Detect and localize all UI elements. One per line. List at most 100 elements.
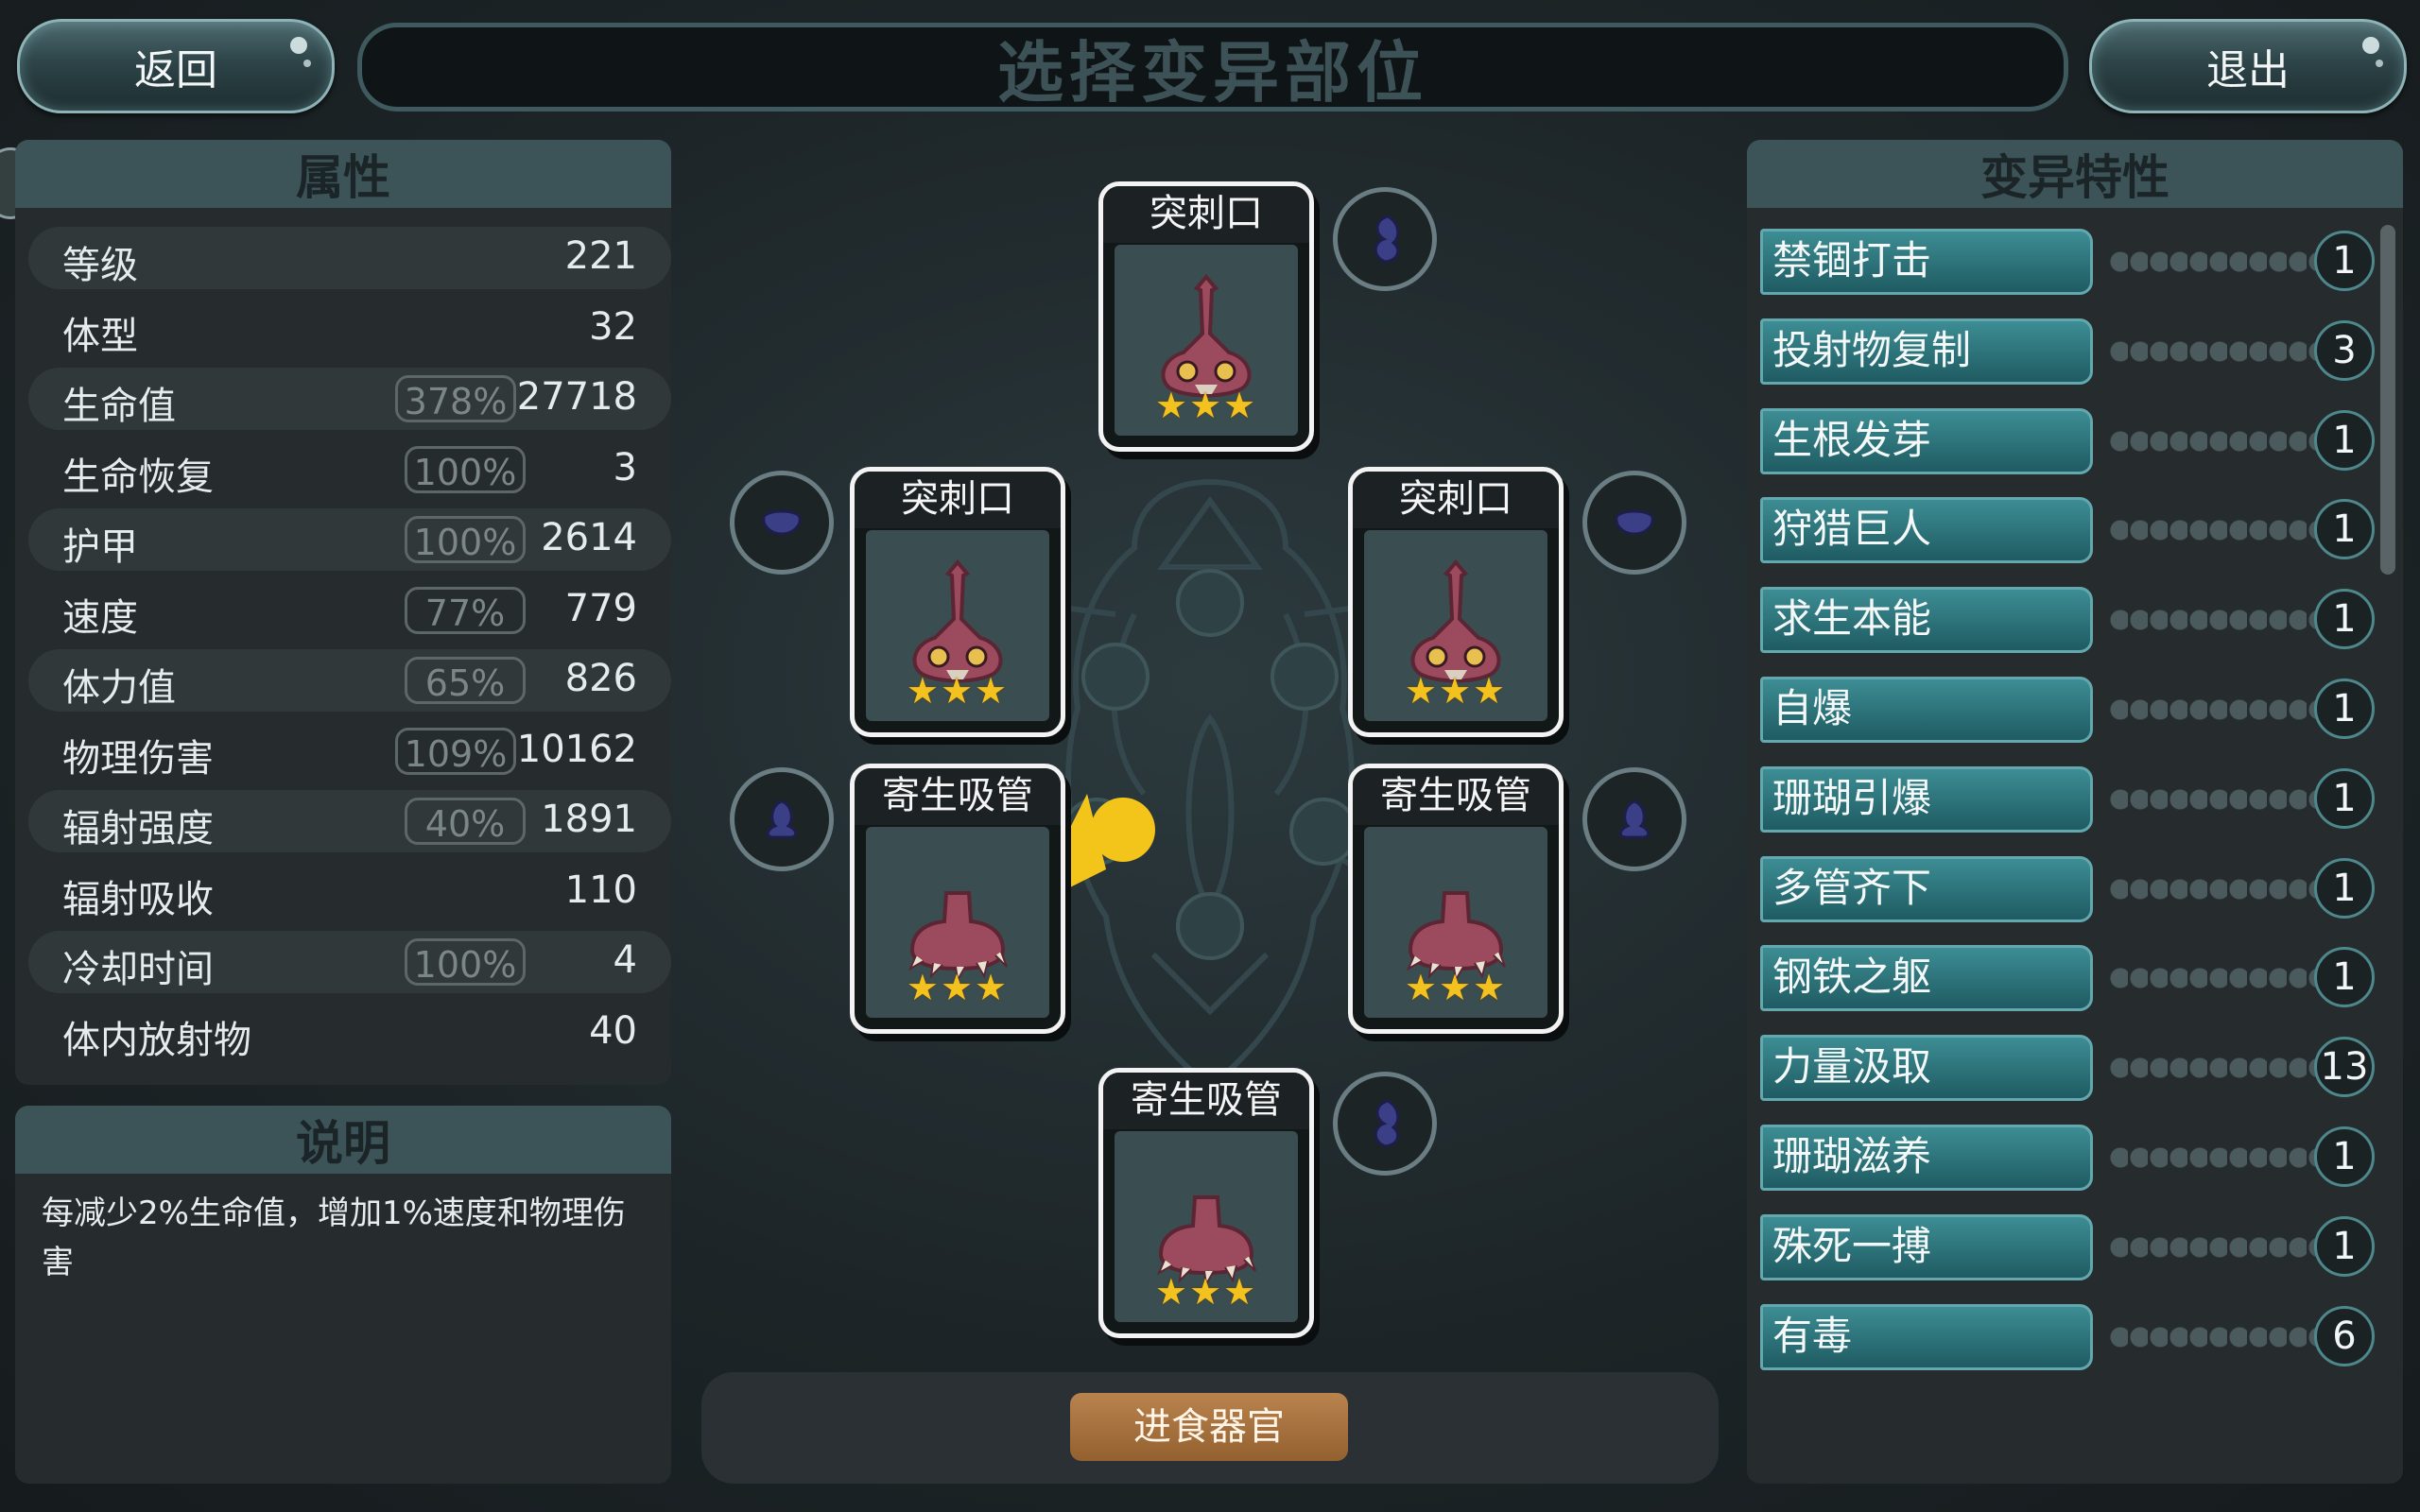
stat-label: 等级	[62, 244, 138, 287]
stat-percent-badge: 100%	[405, 938, 526, 986]
trait-row[interactable]: 生根发芽 1	[1760, 406, 2375, 480]
page-title-bar: 选择变异部位	[357, 23, 2068, 112]
stat-value: 2614	[541, 516, 637, 559]
stat-row: 生命恢复 100% 3	[28, 438, 671, 501]
stat-value: 826	[564, 657, 637, 700]
trait-row[interactable]: 力量汲取 13	[1760, 1033, 2375, 1107]
trait-name-button[interactable]: 殊死一搏	[1760, 1213, 2093, 1280]
trait-row[interactable]: 禁锢打击 1	[1760, 227, 2375, 301]
trait-row[interactable]: 求生本能 1	[1760, 585, 2375, 659]
trait-row[interactable]: 自爆 1	[1760, 675, 2375, 748]
exit-button-label: 退出	[2206, 46, 2290, 94]
trait-name-button[interactable]: 狩猎巨人	[1760, 497, 2093, 564]
trait-row[interactable]: 钢铁之躯 1	[1760, 943, 2375, 1017]
organ-slot-low-left[interactable]	[730, 767, 834, 871]
stat-value: 110	[564, 868, 637, 912]
organ-slot-top[interactable]	[1333, 187, 1437, 291]
trait-name-button[interactable]: 珊瑚滋养	[1760, 1125, 2093, 1191]
stat-label: 冷却时间	[62, 948, 214, 991]
trait-level-track	[2108, 338, 2322, 364]
organ-star-rating: ★★★	[906, 670, 1010, 712]
organ-card-mid-left[interactable]: 突刺口 ★★★	[850, 467, 1065, 737]
trait-count-badge: 1	[2314, 499, 2375, 560]
trait-row[interactable]: 珊瑚滋养 1	[1760, 1123, 2375, 1196]
stat-row: 护甲 100% 2614	[28, 508, 671, 571]
stat-value: 10162	[516, 727, 637, 771]
stat-label: 体力值	[62, 666, 176, 710]
trait-name-button[interactable]: 投射物复制	[1760, 318, 2093, 385]
organ-star-rating: ★★★	[906, 967, 1010, 1008]
organ-card-title: 寄生吸管	[855, 768, 1061, 825]
trait-row[interactable]: 有毒 6	[1760, 1302, 2375, 1376]
trait-count-badge: 6	[2314, 1305, 2375, 1366]
trait-name-button[interactable]: 多管齐下	[1760, 855, 2093, 922]
bubble-decoration-icon	[290, 37, 307, 54]
trait-name-button[interactable]: 求生本能	[1760, 587, 2093, 654]
exit-button[interactable]: 退出	[2089, 19, 2407, 113]
trait-count-badge: 1	[2314, 947, 2375, 1008]
trait-count-badge: 1	[2314, 767, 2375, 829]
bubble-decoration-icon	[2376, 60, 2383, 67]
organ-card-low-left[interactable]: 寄生吸管 ★★★	[850, 764, 1065, 1034]
organ-star-rating: ★★★	[1404, 967, 1508, 1008]
feeding-organ-category-button[interactable]: 进食器官	[1070, 1393, 1348, 1461]
organ-star-rating: ★★★	[1154, 385, 1258, 426]
description-panel: 说明 每减少2%生命值，增加1%速度和物理伤害	[15, 1106, 671, 1484]
trait-row[interactable]: 多管齐下 1	[1760, 854, 2375, 928]
trait-row[interactable]: 狩猎巨人 1	[1760, 495, 2375, 569]
trait-name-button[interactable]: 钢铁之躯	[1760, 945, 2093, 1012]
organ-card-mid-right[interactable]: 突刺口 ★★★	[1348, 467, 1564, 737]
stat-label: 生命恢复	[62, 455, 214, 499]
trait-count-badge: 1	[2314, 679, 2375, 739]
trait-name-button[interactable]: 自爆	[1760, 677, 2093, 743]
mouth-organ-icon	[1615, 509, 1654, 536]
trait-level-track	[2108, 1056, 2322, 1081]
tentacle-organ-icon	[1618, 799, 1651, 839]
trait-name-button[interactable]: 有毒	[1760, 1303, 2093, 1370]
organ-card-body: ★★★	[866, 530, 1049, 721]
trait-name-button[interactable]: 生根发芽	[1760, 407, 2093, 474]
trait-count-badge: 1	[2314, 589, 2375, 650]
trait-row[interactable]: 投射物复制 3	[1760, 317, 2375, 390]
back-button[interactable]: 返回	[17, 19, 335, 113]
trait-count-badge: 1	[2314, 857, 2375, 919]
bubble-decoration-icon	[303, 60, 311, 67]
organ-slot-mid-left[interactable]	[730, 471, 834, 575]
organ-slot-bottom[interactable]	[1333, 1072, 1437, 1176]
organ-slot-mid-right[interactable]	[1582, 471, 1686, 575]
organ-card-title: 突刺口	[1103, 186, 1309, 243]
stat-value: 27718	[516, 375, 637, 419]
trait-row[interactable]: 殊死一搏 1	[1760, 1212, 2375, 1286]
organ-card-title: 寄生吸管	[1353, 768, 1559, 825]
organ-card-top[interactable]: 突刺口 ★★★	[1098, 181, 1314, 452]
organ-card-bottom[interactable]: 寄生吸管 ★★★	[1098, 1068, 1314, 1338]
stat-percent-badge: 378%	[395, 375, 516, 422]
trait-level-track	[2108, 966, 2322, 991]
trait-level-track	[2108, 428, 2322, 454]
trait-count-badge: 1	[2314, 1215, 2375, 1277]
organ-star-rating: ★★★	[1154, 1271, 1258, 1313]
stat-row: 体力值 65% 826	[28, 649, 671, 712]
trait-name-button[interactable]: 珊瑚引爆	[1760, 765, 2093, 833]
stat-row: 辐射吸收 110	[28, 861, 671, 923]
trait-name-button[interactable]: 禁锢打击	[1760, 229, 2093, 295]
trait-row[interactable]: 珊瑚引爆 1	[1760, 765, 2375, 838]
stat-value: 3	[613, 445, 637, 490]
organ-card-low-right[interactable]: 寄生吸管 ★★★	[1348, 764, 1564, 1034]
organ-slot-low-right[interactable]	[1582, 767, 1686, 871]
claw-organ-icon	[1374, 1099, 1400, 1148]
trait-level-track	[2108, 608, 2322, 633]
stat-row: 冷却时间 100% 4	[28, 931, 671, 993]
stat-label: 体内放射物	[62, 1018, 251, 1062]
organ-card-body: ★★★	[1115, 245, 1298, 436]
stat-percent-badge: 77%	[405, 586, 526, 634]
stat-label: 速度	[62, 595, 138, 640]
trait-count-badge: 1	[2314, 409, 2375, 471]
tentacle-organ-icon	[766, 799, 798, 839]
stat-row: 体型 32	[28, 298, 671, 360]
mouth-organ-icon	[762, 509, 802, 536]
organ-card-title: 寄生吸管	[1103, 1073, 1309, 1129]
trait-name-button[interactable]: 力量汲取	[1760, 1035, 2093, 1102]
stat-percent-badge: 100%	[405, 516, 526, 563]
traits-scrollbar[interactable]	[2380, 225, 2395, 575]
